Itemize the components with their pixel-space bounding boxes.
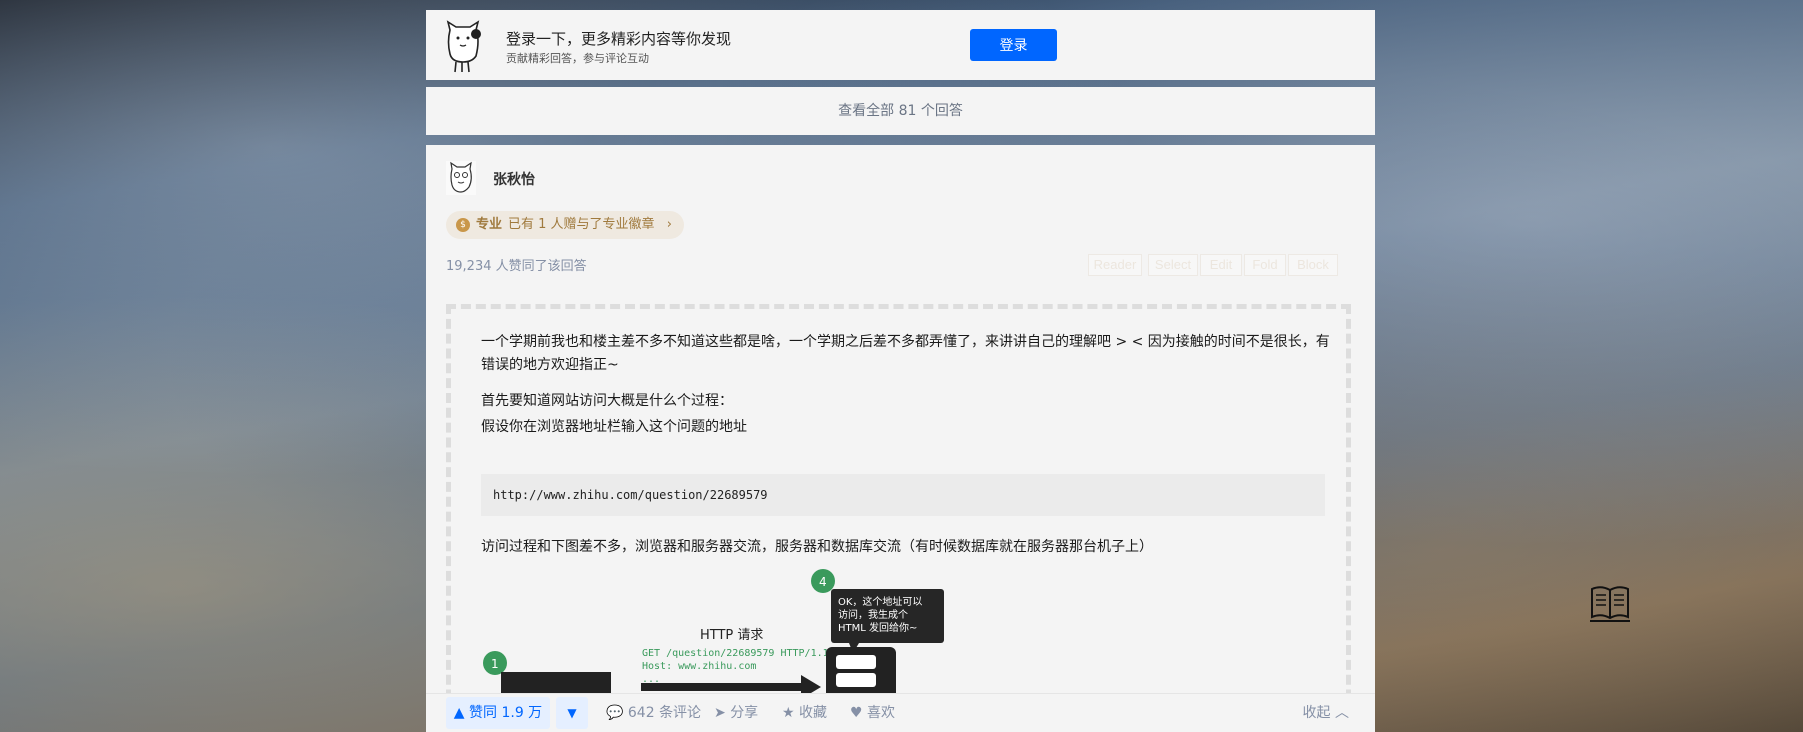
upvote-button[interactable]: ▲ 赞同 1.9 万 [446, 697, 550, 729]
downvote-button[interactable]: ▼ [556, 697, 588, 729]
author-name[interactable]: 张秋怡 [493, 169, 535, 189]
select-button[interactable]: Select [1148, 254, 1198, 276]
reader-button[interactable]: Reader [1088, 254, 1142, 276]
mascot-icon [446, 20, 481, 73]
bubble-line: OK，这个地址可以 [838, 595, 922, 608]
svg-text:1: 1 [491, 657, 499, 671]
pro-badge-label: 专业 [476, 217, 503, 232]
collect-button[interactable]: ★ 收藏 [782, 694, 827, 732]
comment-icon: 💬 [606, 705, 624, 721]
share-icon: ➤ [714, 705, 726, 721]
view-all-answers-button[interactable]: 查看全部 81 个回答 [426, 87, 1375, 135]
svg-text:4: 4 [819, 575, 827, 589]
code-block: http://www.zhihu.com/question/22689579 [481, 474, 1325, 516]
login-title: 登录一下，更多精彩内容等你发现 [506, 30, 732, 48]
bubble-line: 访问，我生成个 [838, 608, 908, 621]
answer-content: 一个学期前我也和楼主差不多不知道这些都是啥，一个学期之后差不多都弄懂了，来讲讲自… [446, 304, 1351, 732]
answer-card: 张秋怡 $ 专业 已有 1 人赠与了专业徽章 › 19,234 人赞同了该回答 … [426, 145, 1375, 732]
fold-button[interactable]: Fold [1244, 254, 1286, 276]
badge-coin-icon: $ [456, 218, 470, 232]
avatar[interactable] [446, 161, 476, 195]
collect-label: 收藏 [799, 705, 828, 721]
chevron-up-icon: ︿ [1335, 705, 1349, 721]
collapse-label: 收起 [1302, 705, 1331, 721]
collapse-button[interactable]: 收起 ︿ [1303, 694, 1349, 732]
pro-badge[interactable]: $ 专业 已有 1 人赠与了专业徽章 › [446, 211, 684, 239]
login-subtitle: 贡献精彩回答，参与评论互动 [506, 52, 649, 65]
comments-button[interactable]: 💬 642 条评论 [606, 694, 701, 732]
share-button[interactable]: ➤ 分享 [714, 694, 758, 732]
login-button[interactable]: 登录 [970, 29, 1057, 61]
like-label: 喜欢 [867, 705, 896, 721]
upvote-label: 赞同 1.9 万 [469, 705, 543, 721]
paragraph: 一个学期前我也和楼主差不多不知道这些都是啥，一个学期之后差不多都弄懂了，来讲讲自… [481, 334, 1330, 373]
http-request-label: HTTP 请求 [700, 628, 763, 643]
login-banner: 登录一下，更多精彩内容等你发现 贡献精彩回答，参与评论互动 登录 [426, 10, 1375, 80]
star-icon: ★ [782, 705, 795, 721]
edit-button[interactable]: Edit [1200, 254, 1242, 276]
paragraph: 访问过程和下图差不多，浏览器和服务器交流，服务器和数据库交流（有时候数据库就在服… [481, 539, 1153, 555]
paragraph: 假设你在浏览器地址栏输入这个问题的地址 [481, 419, 747, 435]
pro-badge-text: 已有 1 人赠与了专业徽章 [508, 217, 655, 232]
chevron-right-icon: › [666, 217, 672, 232]
comments-label: 642 条评论 [627, 705, 702, 721]
request-line: GET /question/22689579 HTTP/1.1 [642, 648, 829, 659]
like-button[interactable]: ♥ 喜欢 [850, 694, 895, 732]
block-button[interactable]: Block [1288, 254, 1338, 276]
vote-summary: 19,234 人赞同了该回答 [446, 259, 587, 274]
action-bar: ▲ 赞同 1.9 万 ▼ 💬 642 条评论 ➤ 分享 ★ 收藏 ♥ 喜欢 收起… [426, 693, 1375, 732]
share-label: 分享 [730, 705, 759, 721]
reader-book-icon[interactable] [1588, 583, 1632, 623]
heart-icon: ♥ [850, 705, 863, 721]
bubble-line: HTML 发回给你~ [838, 621, 917, 634]
request-line: Host: www.zhihu.com [642, 661, 756, 672]
paragraph: 首先要知道网站访问大概是什么个过程： [481, 393, 733, 409]
